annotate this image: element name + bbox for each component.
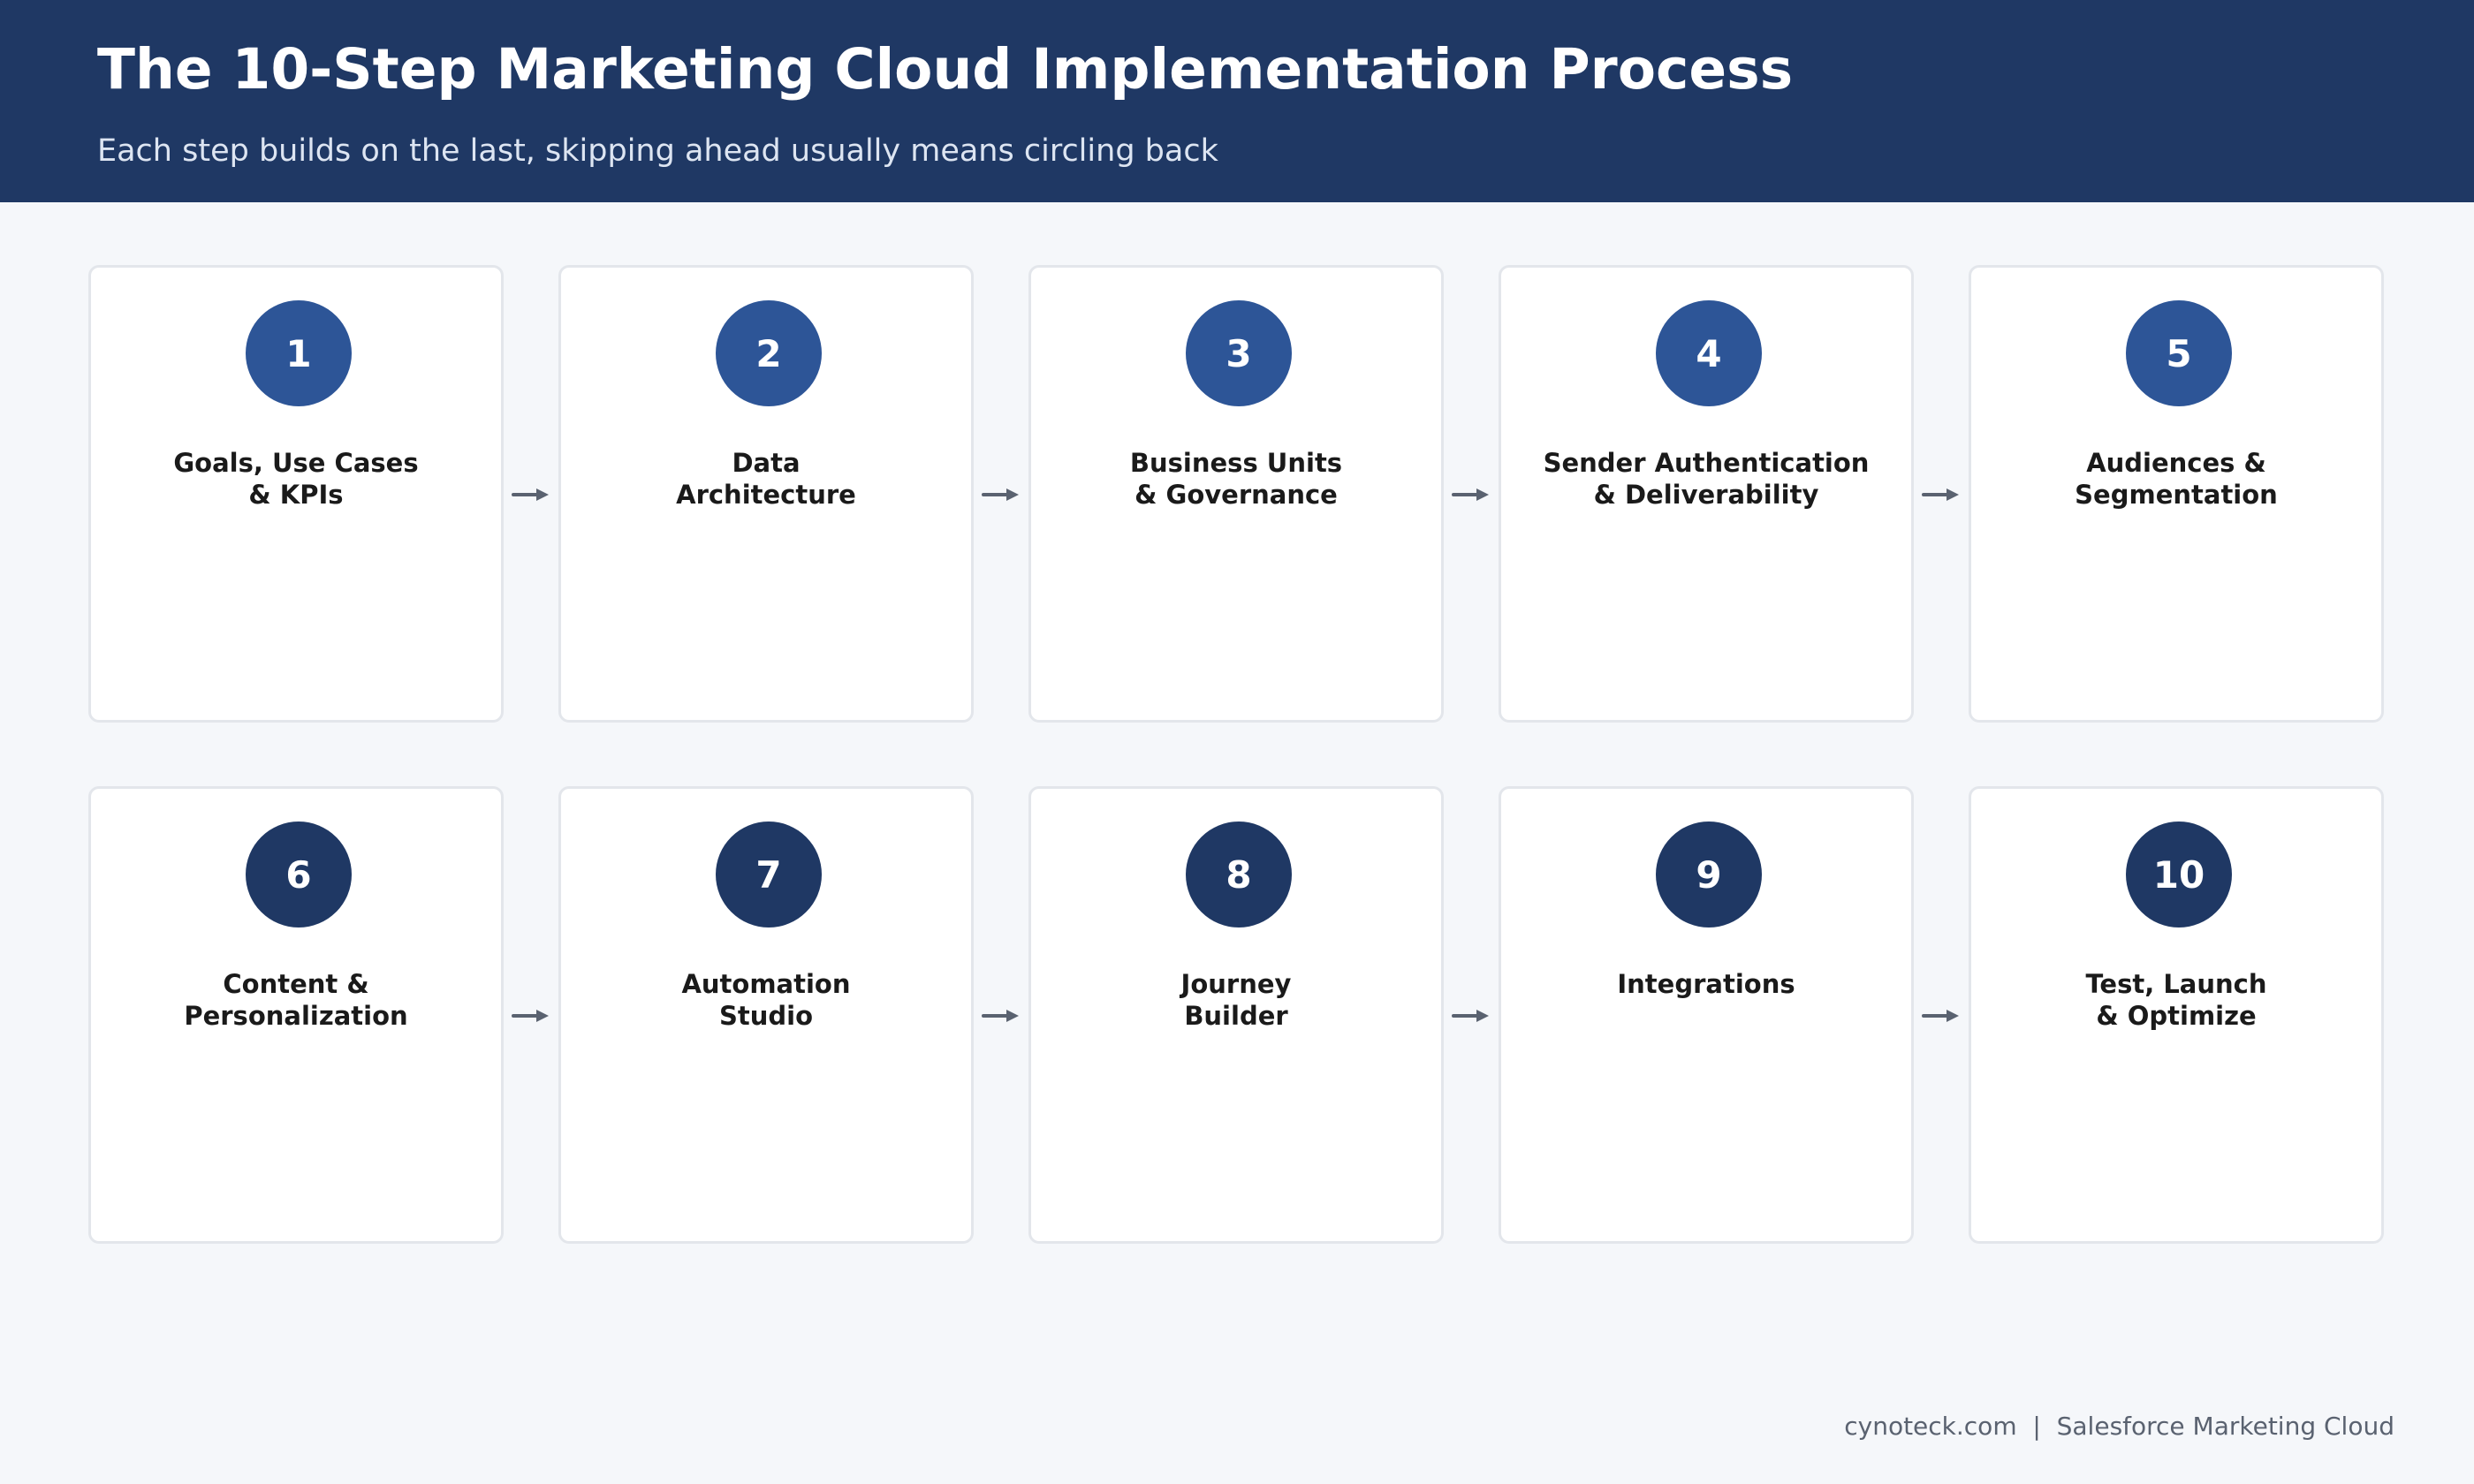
arrow-right-icon: [512, 488, 549, 501]
step-number-badge: 10: [2126, 822, 2232, 928]
arrow-right-icon: [1452, 1010, 1489, 1022]
page-title: The 10-Step Marketing Cloud Implementati…: [97, 37, 1794, 102]
step-number-badge: 5: [2126, 300, 2232, 406]
step-card-5: 5 Audiences & Segmentation: [1969, 265, 2384, 723]
arrow-right-icon: [982, 488, 1019, 501]
header-banner: The 10-Step Marketing Cloud Implementati…: [0, 0, 2474, 202]
step-number-badge: 9: [1656, 822, 1762, 928]
step-card-8: 8 Journey Builder: [1028, 786, 1444, 1244]
step-title: Automation Studio: [681, 969, 851, 1031]
footer-credit: cynoteck.com | Salesforce Marketing Clou…: [1844, 1412, 2394, 1441]
arrow-right-icon: [1922, 488, 1959, 501]
step-number-badge: 3: [1186, 300, 1292, 406]
step-title: Audiences & Segmentation: [2075, 448, 2278, 510]
step-title: Data Architecture: [676, 448, 856, 510]
step-number-badge: 4: [1656, 300, 1762, 406]
step-number-badge: 6: [246, 822, 352, 928]
step-title: Content & Personalization: [184, 969, 408, 1031]
step-card-9: 9 Integrations: [1499, 786, 1914, 1244]
step-card-1: 1 Goals, Use Cases & KPIs: [88, 265, 504, 723]
arrow-right-icon: [982, 1010, 1019, 1022]
step-number-badge: 7: [716, 822, 822, 928]
step-number-badge: 8: [1186, 822, 1292, 928]
step-title: Test, Launch & Optimize: [2085, 969, 2267, 1031]
step-card-7: 7 Automation Studio: [558, 786, 974, 1244]
step-title: Journey Builder: [1180, 969, 1292, 1031]
step-title: Business Units & Governance: [1129, 448, 1343, 510]
step-number-badge: 2: [716, 300, 822, 406]
step-card-10: 10 Test, Launch & Optimize: [1969, 786, 2384, 1244]
step-title: Integrations: [1617, 969, 1795, 999]
arrow-right-icon: [1922, 1010, 1959, 1022]
step-number-badge: 1: [246, 300, 352, 406]
page-subtitle: Each step builds on the last, skipping a…: [97, 133, 1218, 169]
step-title: Goals, Use Cases & KPIs: [173, 448, 419, 510]
step-card-4: 4 Sender Authentication & Deliverability: [1499, 265, 1914, 723]
arrow-right-icon: [1452, 488, 1489, 501]
step-title: Sender Authentication & Deliverability: [1543, 448, 1870, 510]
step-card-3: 3 Business Units & Governance: [1028, 265, 1444, 723]
arrow-right-icon: [512, 1010, 549, 1022]
step-card-6: 6 Content & Personalization: [88, 786, 504, 1244]
step-card-2: 2 Data Architecture: [558, 265, 974, 723]
